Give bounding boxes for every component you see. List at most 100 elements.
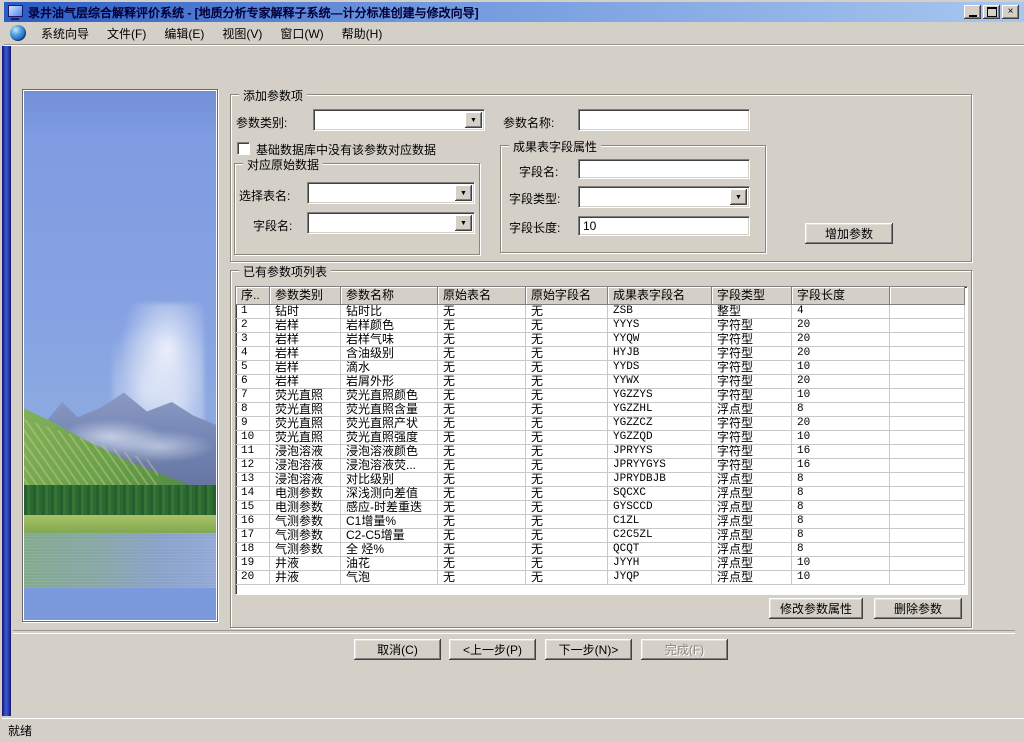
table-cell: 无 [526,571,608,585]
table-cell: 16 [792,459,890,473]
table-cell: 8 [792,543,890,557]
table-cell: 无 [526,459,608,473]
table-cell: 岩样颜色 [341,319,438,333]
table-row[interactable]: 1钻时钻时比无无ZSB整型4 [236,305,967,319]
table-cell: 无 [438,305,526,319]
table-cell [890,473,965,487]
table-cell: 荧光直照 [270,417,341,431]
table-cell: 无 [438,529,526,543]
chevron-down-icon[interactable]: ▼ [730,189,747,205]
table-row[interactable]: 8荧光直照荧光直照含量无无YGZZHL浮点型8 [236,403,967,417]
chevron-down-icon[interactable]: ▼ [455,215,472,231]
menu-item[interactable]: 文件(F) [98,23,155,44]
table-cell: 19 [236,557,270,571]
parameter-grid: 序..参数类别参数名称原始表名原始字段名成果表字段名字段类型字段长度 1钻时钻时… [235,286,968,595]
table-row[interactable]: 12浸泡溶液浸泡溶液荧...无无JPRYYGYS字符型16 [236,459,967,473]
table-row[interactable]: 14电测参数深浅测向差值无无SQCXC浮点型8 [236,487,967,501]
table-cell [890,571,965,585]
param-category-label: 参数类别: [236,114,287,131]
minimize-button[interactable] [964,5,981,19]
table-cell: 无 [526,333,608,347]
menu-item[interactable]: 窗口(W) [271,23,332,44]
table-cell: 5 [236,361,270,375]
table-cell: 荧光直照颜色 [341,389,438,403]
application-window: 录井油气层综合解释评价系统 - [地质分析专家解释子系统—计分标准创建与修改向导… [0,0,1024,742]
table-row[interactable]: 18气测参数全 烃%无无QCQT浮点型8 [236,543,967,557]
table-row[interactable]: 10荧光直照荧光直照强度无无YGZZQD字符型10 [236,431,967,445]
result-field-input[interactable] [578,159,750,179]
origin-field-combobox[interactable]: ▼ [307,212,475,234]
table-row[interactable]: 20井液气泡无无JYQP浮点型10 [236,571,967,585]
menu-bar-items: 系统向导文件(F)编辑(E)视图(V)窗口(W)帮助(H) [32,23,391,44]
table-row[interactable]: 9荧光直照荧光直照产状无无YGZZCZ字符型20 [236,417,967,431]
no-data-checkbox[interactable] [237,142,250,155]
menu-item[interactable]: 编辑(E) [155,23,213,44]
table-cell: YGZZHL [608,403,712,417]
modify-parameter-button[interactable]: 修改参数属性 [769,598,863,619]
cancel-button[interactable]: 取消(C) [354,639,441,660]
table-row[interactable]: 3岩样岩样气味无无YYQW字符型20 [236,333,967,347]
table-row[interactable]: 6岩样岩屑外形无无YYWX字符型20 [236,375,967,389]
param-category-combobox[interactable]: ▼ [313,109,485,131]
table-cell: C1增量% [341,515,438,529]
result-field-group: 成果表字段属性 字段名: 字段类型: ▼ 字段长度: [500,145,766,253]
menu-item[interactable]: 帮助(H) [333,23,392,44]
grid-header-cell: 序.. [236,287,270,305]
origin-data-group: 对应原始数据 选择表名: ▼ 字段名: ▼ [234,163,480,255]
table-cell: 无 [526,361,608,375]
grid-header-cell: 字段长度 [792,287,890,305]
table-cell: 岩样 [270,319,341,333]
table-row[interactable]: 19井液油花无无JYYH浮点型10 [236,557,967,571]
table-row[interactable]: 4岩样含油级别无无HYJB字符型20 [236,347,967,361]
table-cell [890,375,965,389]
close-button[interactable]: × [1002,5,1019,19]
group-title: 已有参数项列表 [239,263,331,280]
table-row[interactable]: 17气测参数C2-C5增量无无C2C5ZL浮点型8 [236,529,967,543]
table-cell: 无 [526,347,608,361]
table-cell: 10 [792,361,890,375]
table-cell: 荧光直照强度 [341,431,438,445]
field-type-combobox[interactable]: ▼ [578,186,750,208]
menu-item[interactable]: 视图(V) [213,23,271,44]
chevron-down-icon[interactable]: ▼ [455,185,472,201]
window-title: 录井油气层综合解释评价系统 - [地质分析专家解释子系统—计分标准创建与修改向导… [28,4,479,21]
delete-parameter-button[interactable]: 删除参数 [874,598,962,619]
chevron-down-icon[interactable]: ▼ [465,112,482,128]
table-cell: 浮点型 [712,557,792,571]
restore-button[interactable] [983,5,1000,19]
table-cell: 14 [236,487,270,501]
next-step-button[interactable]: 下一步(N)> [545,639,632,660]
table-row[interactable]: 13浸泡溶液对比级别无无JPRYDBJB浮点型8 [236,473,967,487]
table-cell: 无 [438,543,526,557]
table-cell: 气测参数 [270,543,341,557]
table-row[interactable]: 15电测参数感应-时差重迭无无GYSCCD浮点型8 [236,501,967,515]
table-cell: 无 [438,473,526,487]
grid-header-cell: 原始字段名 [526,287,608,305]
table-row[interactable]: 5岩样滴水无无YYDS字符型10 [236,361,967,375]
param-name-input[interactable] [578,109,750,131]
table-cell [890,361,965,375]
menu-item[interactable]: 系统向导 [32,23,98,44]
table-cell: C1ZL [608,515,712,529]
table-row[interactable]: 7荧光直照荧光直照颜色无无YGZZYS字符型10 [236,389,967,403]
table-cell: 无 [526,473,608,487]
table-cell: 16 [792,445,890,459]
add-parameter-button[interactable]: 增加参数 [805,223,893,244]
landscape-image [24,91,216,620]
select-table-combobox[interactable]: ▼ [307,182,475,204]
table-cell: JPRYYS [608,445,712,459]
table-cell: 无 [526,557,608,571]
table-row[interactable]: 16气测参数C1增量%无无C1ZL浮点型8 [236,515,967,529]
table-cell: 无 [526,431,608,445]
table-cell: 8 [792,515,890,529]
table-row[interactable]: 11浸泡溶液浸泡溶液颜色无无JPRYYS字符型16 [236,445,967,459]
table-cell: 无 [438,431,526,445]
prev-step-button[interactable]: <上一步(P) [449,639,536,660]
wizard-divider [13,630,1015,634]
table-cell: YYDS [608,361,712,375]
table-cell [890,529,965,543]
grid-header-cell: 成果表字段名 [608,287,712,305]
table-cell [890,417,965,431]
field-length-input[interactable] [578,216,750,236]
table-row[interactable]: 2岩样岩样颜色无无YYYS字符型20 [236,319,967,333]
